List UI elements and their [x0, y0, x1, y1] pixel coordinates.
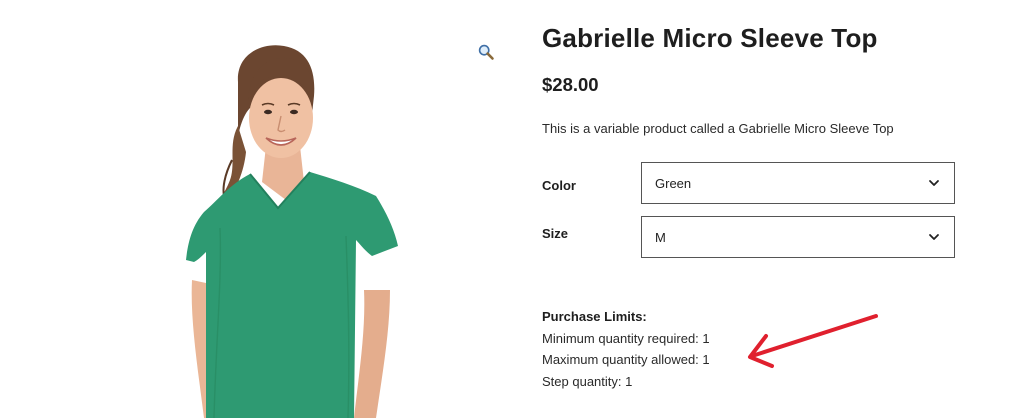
- annotation-arrow-icon: [748, 314, 878, 368]
- size-label: Size: [542, 226, 569, 241]
- chevron-down-icon: [929, 234, 939, 240]
- size-select[interactable]: M: [641, 216, 955, 258]
- step-quantity-line: Step quantity: 1: [542, 373, 633, 389]
- product-price: $28.00: [542, 74, 599, 95]
- max-quantity-line: Maximum quantity allowed: 1: [542, 352, 710, 367]
- product-gallery: [0, 0, 508, 418]
- product-image[interactable]: [150, 40, 420, 418]
- color-label: Color: [542, 178, 576, 193]
- zoom-icon[interactable]: [477, 43, 495, 61]
- chevron-down-icon: [929, 180, 939, 186]
- color-select-value: Green: [655, 176, 692, 191]
- product-description: This is a variable product called a Gabr…: [542, 121, 894, 136]
- color-select[interactable]: Green: [641, 162, 955, 204]
- product-title: Gabrielle Micro Sleeve Top: [542, 23, 878, 53]
- size-select-value: M: [655, 230, 666, 245]
- min-quantity-line: Minimum quantity required: 1: [542, 330, 710, 346]
- purchase-limits: Purchase Limits: Minimum quantity requir…: [542, 306, 710, 392]
- purchase-limits-title: Purchase Limits:: [542, 309, 647, 324]
